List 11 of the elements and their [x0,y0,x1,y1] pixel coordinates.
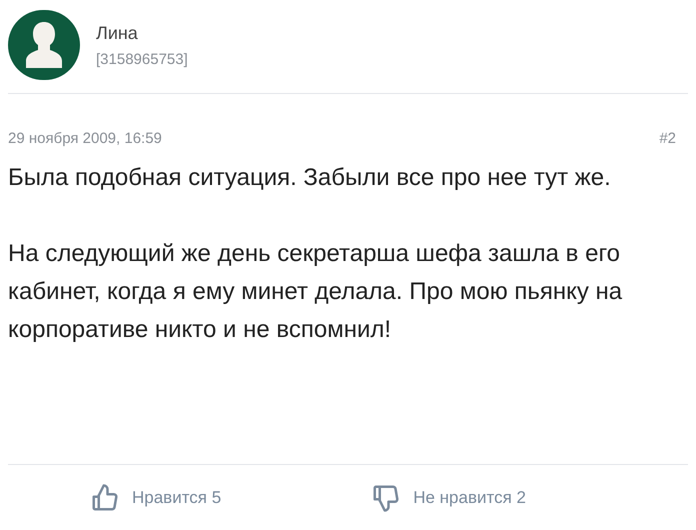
like-button[interactable]: Нравится 5 [90,482,222,512]
dislike-button[interactable]: Не нравится 2 [371,482,526,512]
person-silhouette-icon [24,20,64,70]
post-number[interactable]: #2 [659,128,676,150]
thumbs-down-icon [371,482,402,512]
post-text: Была подобная ситуация. Забыли все про нее тут же. [8,162,612,192]
post-date: 29 ноября 2009, 16:59 [8,129,162,149]
author-name[interactable]: Лина [96,24,188,42]
author-id: [3158965753] [96,52,188,66]
thumbs-up-icon [90,482,120,512]
post-text: На следующий же день секретарша шефа зашла в его кабинет, когда я ему минет делала. Про мою пьянку на корпоративе никто и не вспомнил! [8,238,624,344]
